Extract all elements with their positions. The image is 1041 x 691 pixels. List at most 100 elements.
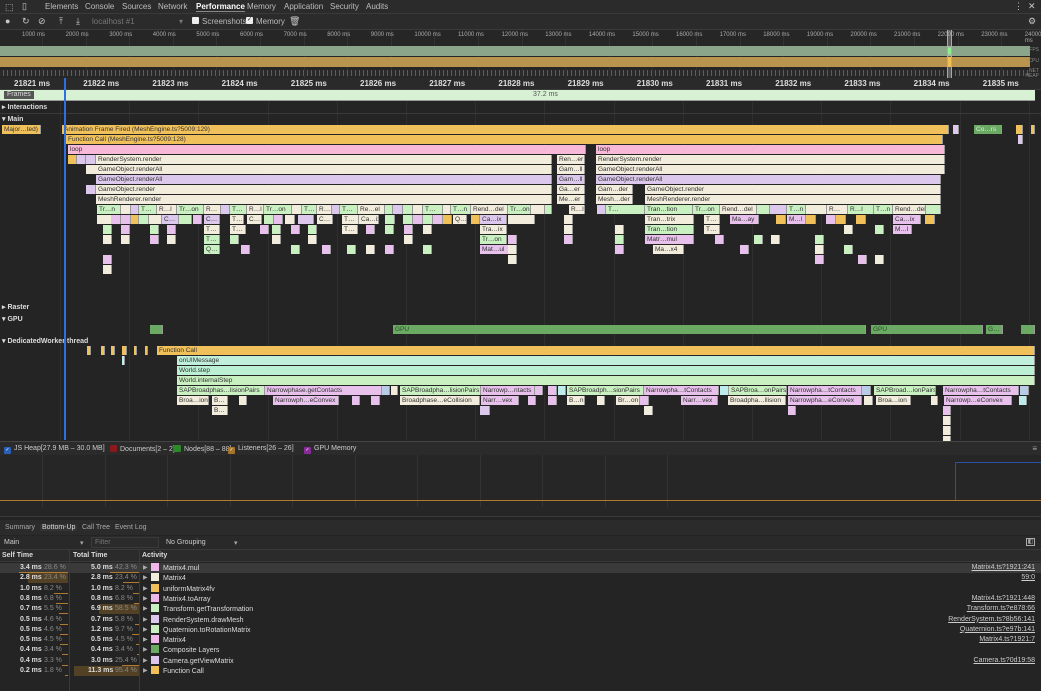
expand-arrow-icon[interactable]: ▶: [143, 625, 148, 635]
memory-checkbox[interactable]: [174, 445, 181, 452]
flame-block[interactable]: T…: [302, 205, 317, 214]
worker-flame-block[interactable]: B…: [212, 406, 228, 415]
flame-block[interactable]: Tr…on: [177, 205, 204, 214]
worker-flame-block[interactable]: [528, 396, 536, 405]
flame-block[interactable]: [150, 225, 159, 234]
flame-block[interactable]: C…: [162, 215, 179, 224]
flame-block[interactable]: [103, 235, 112, 244]
flame-block[interactable]: [413, 205, 423, 214]
worker-flame-block[interactable]: [943, 416, 951, 425]
flame-block[interactable]: [925, 215, 935, 224]
device-toolbar-icon[interactable]: ▯: [22, 1, 27, 12]
tab-sources[interactable]: Sources: [122, 2, 151, 11]
filter-input[interactable]: [91, 537, 159, 548]
flame-block[interactable]: [875, 225, 884, 234]
memory-checkbox[interactable]: [110, 445, 117, 452]
tab-network[interactable]: Network: [158, 2, 187, 11]
animation-frame-event[interactable]: Animation Frame Fired (MeshEngine.ts?500…: [62, 125, 949, 134]
flame-block[interactable]: Tr…on: [508, 205, 531, 214]
flame-block[interactable]: [347, 245, 356, 254]
flame-block[interactable]: [121, 205, 131, 214]
flame-block[interactable]: M…l: [787, 215, 806, 224]
meshrenderer-render-2[interactable]: MeshRenderer.render: [645, 195, 941, 204]
loop-event[interactable]: loop: [68, 145, 586, 154]
worker-function-call[interactable]: Function Call: [157, 346, 1035, 355]
flame-block[interactable]: [545, 205, 552, 214]
flame-block[interactable]: Ma…ay: [730, 215, 759, 224]
flame-block[interactable]: [404, 235, 413, 244]
render-system-short[interactable]: Ren…er: [557, 155, 585, 164]
expand-arrow-icon[interactable]: ▶: [143, 563, 148, 573]
flame-block[interactable]: [221, 205, 230, 214]
flame-block[interactable]: [150, 235, 159, 244]
worker-flame-block[interactable]: SAPBroadph…sionPairs: [567, 386, 644, 395]
flame-block[interactable]: [815, 255, 824, 264]
worker-flame-block[interactable]: [558, 386, 566, 395]
flame-block[interactable]: [471, 215, 480, 224]
worker-flame-block[interactable]: [640, 396, 649, 405]
self-time-header[interactable]: Self Time: [2, 552, 33, 559]
flame-block[interactable]: Mat…ul: [480, 245, 509, 254]
flame-block[interactable]: [443, 205, 451, 214]
memory-legend-item[interactable]: ✓ Listeners[26 – 26]: [228, 445, 294, 454]
flame-block[interactable]: [179, 215, 192, 224]
flame-block[interactable]: [531, 205, 545, 214]
flame-block[interactable]: T…n: [787, 205, 806, 214]
source-link[interactable]: Matrix4.ts?1921:241: [972, 563, 1035, 573]
worker-flame-block[interactable]: [480, 406, 490, 415]
world-internal-step[interactable]: World.internalStep: [177, 376, 1035, 385]
flame-block[interactable]: R…l: [848, 205, 874, 214]
flame-block[interactable]: Tr…on: [264, 205, 292, 214]
flame-block[interactable]: T…: [204, 235, 220, 244]
flame-block[interactable]: T…: [342, 225, 358, 234]
load-profile-icon[interactable]: ⤒: [59, 16, 63, 27]
flame-block[interactable]: [193, 215, 202, 224]
flame-block[interactable]: [508, 255, 517, 264]
flame-block[interactable]: Tr…on: [693, 205, 720, 214]
flame-block[interactable]: [291, 245, 300, 254]
flame-block[interactable]: [806, 215, 816, 224]
flame-block[interactable]: [167, 225, 176, 234]
tab-elements[interactable]: Elements: [45, 2, 78, 11]
flame-block[interactable]: [757, 205, 770, 214]
flame-block[interactable]: [272, 225, 281, 234]
table-row[interactable]: 0.4 ms 3.3 % 3.0 ms 25.4 % ▶ Camera.getViewMa…: [0, 655, 1041, 666]
flame-block[interactable]: Rend…del: [720, 205, 757, 214]
flame-block[interactable]: [385, 205, 393, 214]
gameobject-render[interactable]: GameObject.render: [96, 185, 552, 194]
flame-block[interactable]: Ma…x4: [653, 245, 684, 254]
source-link[interactable]: Camera.ts?0d19:58: [974, 656, 1035, 666]
inspect-element-icon[interactable]: ⬚: [5, 2, 14, 13]
flame-block[interactable]: [322, 245, 331, 254]
flame-block[interactable]: [121, 225, 130, 234]
flame-block[interactable]: Re…el: [358, 205, 385, 214]
garbage-collect-icon[interactable]: 🗑: [289, 16, 300, 27]
flame-block[interactable]: [121, 235, 130, 244]
worker-flame-block[interactable]: [788, 406, 796, 415]
flame-block[interactable]: [836, 215, 846, 224]
renderall-short-2[interactable]: Gam…ll: [557, 175, 585, 184]
major-gc-event[interactable]: Major…ted): [2, 125, 41, 134]
flame-block[interactable]: [230, 235, 239, 244]
worker-flame-block[interactable]: Narrowphase.getContacts: [265, 386, 382, 395]
flame-block[interactable]: [423, 245, 432, 254]
expand-arrow-icon[interactable]: ▶: [143, 573, 148, 583]
flame-block[interactable]: [615, 225, 624, 234]
close-icon[interactable]: ✕: [1028, 1, 1036, 12]
memory-checkbox[interactable]: ✓: [4, 447, 11, 454]
loop-event-2[interactable]: loop: [596, 145, 945, 154]
flame-block[interactable]: [508, 245, 517, 254]
flame-block[interactable]: [856, 215, 866, 224]
flame-block[interactable]: [68, 155, 77, 164]
record-icon[interactable]: ●: [5, 16, 10, 26]
reload-record-icon[interactable]: ↻: [22, 16, 30, 27]
expand-arrow-icon[interactable]: ▶: [143, 645, 148, 655]
raster-track-header[interactable]: ▸ Raster: [2, 303, 29, 311]
flame-block[interactable]: [413, 215, 423, 224]
worker-flame-block[interactable]: SAPBroad…ionPairs: [874, 386, 936, 395]
flame-block[interactable]: [366, 245, 375, 254]
flame-block[interactable]: [1031, 125, 1035, 134]
gameobject-renderall-2[interactable]: GameObject.renderAll: [96, 175, 552, 184]
memory-legend-item[interactable]: Nodes[88 – 88]: [174, 445, 231, 453]
flame-block[interactable]: Ca…ix: [893, 215, 921, 224]
